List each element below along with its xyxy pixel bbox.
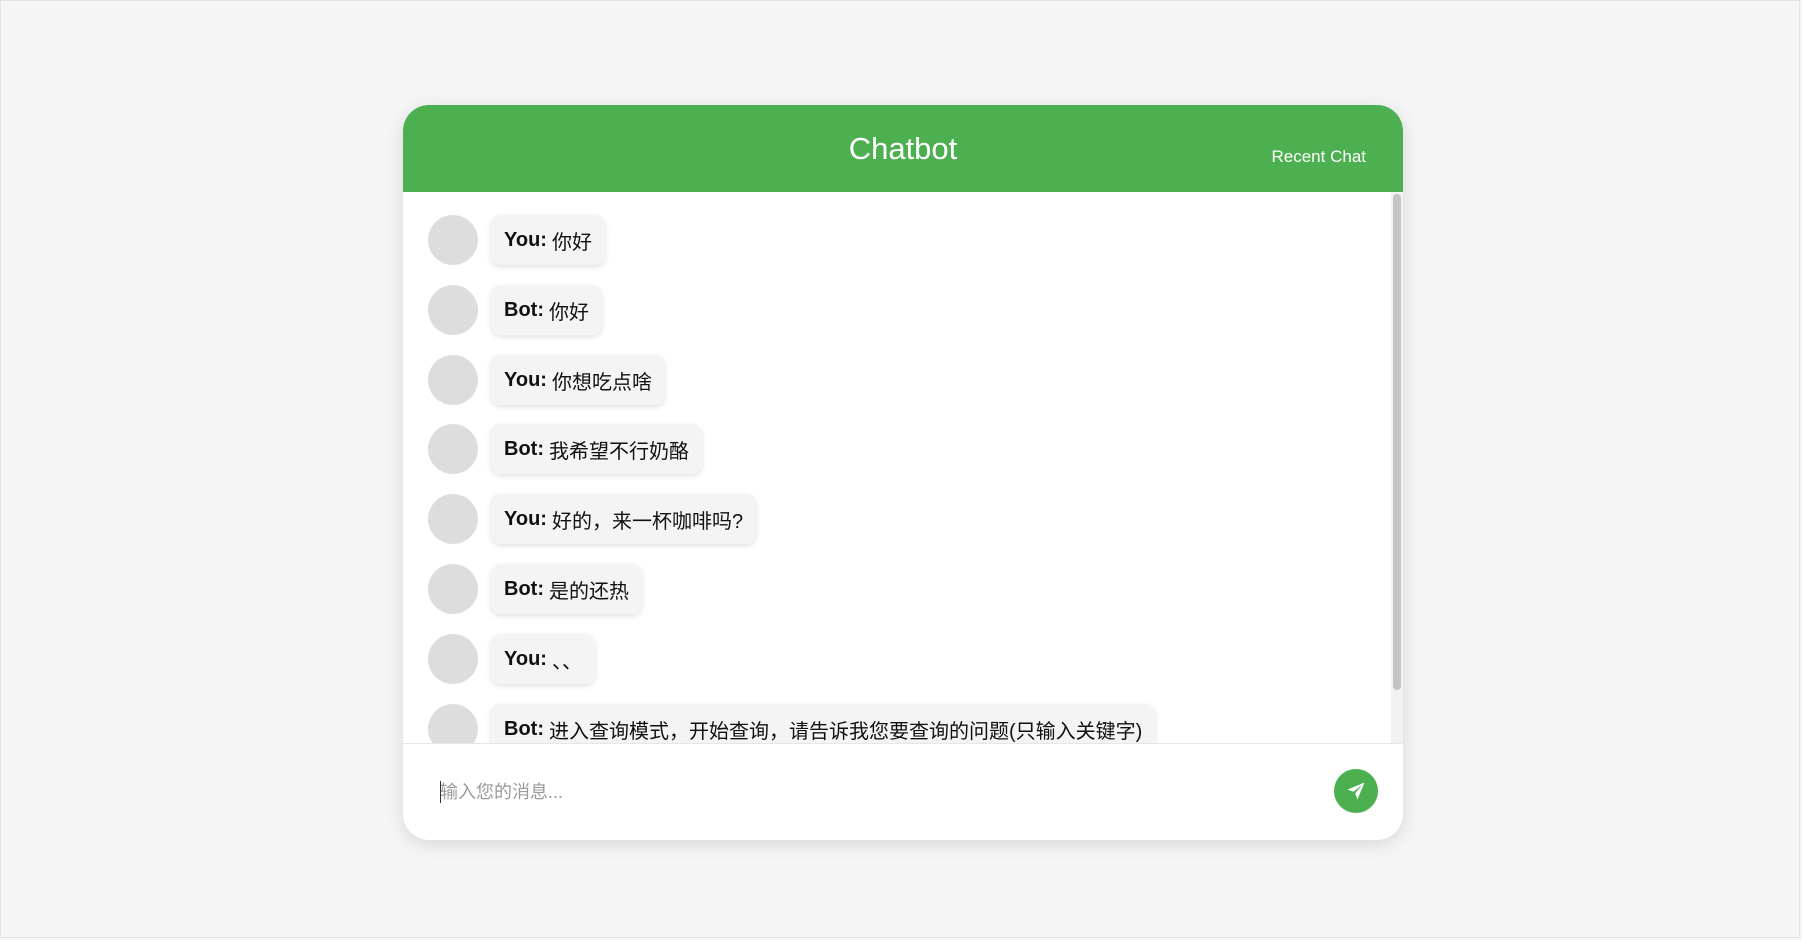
message-sender: You:	[504, 507, 547, 530]
avatar	[428, 634, 478, 684]
message-bubble: Bot: 我希望不行奶酪	[491, 424, 702, 474]
avatar	[428, 215, 478, 265]
text-caret	[440, 781, 441, 803]
message-bubble: You: 你想吃点啥	[491, 355, 665, 405]
message-bubble: You: 好的，来一杯咖啡吗?	[491, 494, 757, 544]
scrollbar-thumb[interactable]	[1393, 194, 1401, 690]
message-row: You: 、、	[428, 633, 595, 685]
chat-input-area	[403, 744, 1403, 840]
chat-title: Chatbot	[848, 131, 958, 166]
message-sender: Bot:	[504, 437, 544, 460]
message-row: Bot: 你好	[428, 284, 602, 336]
message-row: You: 你好	[428, 214, 605, 266]
message-bubble: You: 你好	[491, 215, 605, 265]
avatar	[428, 424, 478, 474]
message-text: 你好	[548, 301, 589, 324]
message-bubble: You: 、、	[491, 634, 595, 684]
message-text: 好的，来一杯咖啡吗?	[551, 510, 744, 533]
message-text: 我希望不行奶酪	[548, 440, 689, 463]
message-bubble: Bot: 进入查询模式，开始查询，请告诉我您要查询的问题(只输入关键字)	[491, 704, 1156, 743]
message-input[interactable]	[440, 777, 1300, 807]
chat-window: Chatbot Recent Chat You: 你好 Bot: 你好 You:…	[403, 105, 1403, 840]
message-row: You: 你想吃点啥	[428, 354, 665, 406]
message-sender: Bot:	[504, 717, 544, 740]
scrollbar[interactable]	[1391, 192, 1403, 743]
avatar	[428, 704, 478, 743]
avatar	[428, 285, 478, 335]
avatar	[428, 494, 478, 544]
message-list[interactable]: You: 你好 Bot: 你好 You: 你想吃点啥 Bot: 我希望不行奶酪 …	[403, 192, 1403, 744]
message-sender: You:	[504, 228, 547, 251]
message-sender: Bot:	[504, 298, 544, 321]
message-text: 你好	[551, 231, 592, 254]
send-button[interactable]	[1334, 769, 1378, 813]
message-sender: Bot:	[504, 577, 544, 600]
page: Chatbot Recent Chat You: 你好 Bot: 你好 You:…	[0, 0, 1800, 938]
message-sender: You:	[504, 368, 547, 391]
avatar	[428, 564, 478, 614]
message-sender: You:	[504, 647, 547, 670]
message-bubble: Bot: 你好	[491, 285, 602, 335]
message-row: You: 好的，来一杯咖啡吗?	[428, 493, 757, 545]
chat-header: Chatbot Recent Chat	[403, 105, 1403, 192]
message-text: 进入查询模式，开始查询，请告诉我您要查询的问题(只输入关键字)	[548, 720, 1143, 743]
message-row: Bot: 进入查询模式，开始查询，请告诉我您要查询的问题(只输入关键字)	[428, 703, 1156, 743]
avatar	[428, 355, 478, 405]
message-row: Bot: 我希望不行奶酪	[428, 423, 702, 475]
paper-plane-icon	[1347, 782, 1365, 800]
message-text: 你想吃点啥	[551, 371, 652, 394]
message-text: 是的还热	[548, 580, 629, 603]
message-text: 、、	[551, 650, 582, 673]
message-row: Bot: 是的还热	[428, 563, 642, 615]
message-bubble: Bot: 是的还热	[491, 564, 642, 614]
recent-chat-link[interactable]: Recent Chat	[1272, 147, 1367, 167]
